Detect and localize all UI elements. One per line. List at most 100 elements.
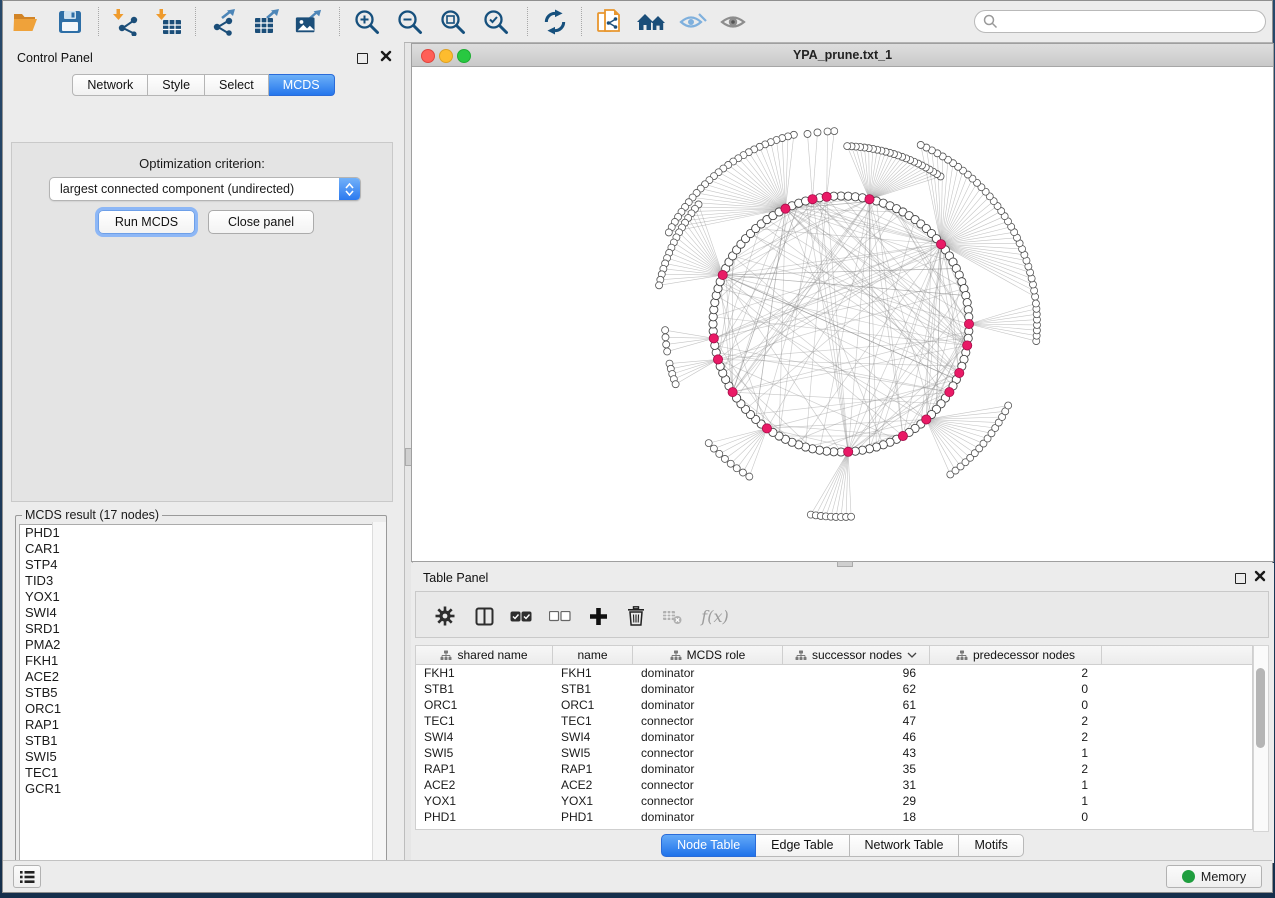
deselect-all-rows-button[interactable] — [548, 603, 572, 629]
export-network-button[interactable] — [209, 8, 237, 36]
tab-edge-table[interactable]: Edge Table — [756, 834, 849, 857]
tab-mcds[interactable]: MCDS — [269, 74, 335, 96]
criterion-dropdown[interactable]: largest connected component (undirected) — [49, 177, 361, 201]
search-box[interactable] — [974, 10, 1266, 33]
export-network-icon — [209, 8, 237, 36]
eye-slash-icon — [679, 10, 707, 34]
close-table-panel-icon[interactable] — [1254, 569, 1266, 587]
table-row[interactable]: FKH1FKH1dominator962 — [416, 665, 1252, 681]
mcds-node-item[interactable]: CAR1 — [20, 541, 382, 557]
search-input[interactable] — [998, 14, 1265, 30]
tab-select[interactable]: Select — [205, 74, 269, 96]
column-header-successor-nodes[interactable]: successor nodes — [783, 646, 930, 664]
close-panel-button[interactable]: Close panel — [208, 210, 314, 234]
tab-network[interactable]: Network — [72, 74, 148, 96]
zoom-fit-button[interactable] — [439, 8, 467, 36]
mcds-node-item[interactable]: STP4 — [20, 557, 382, 573]
mcds-node-item[interactable]: PHD1 — [20, 525, 382, 541]
refresh-view-button[interactable] — [541, 8, 569, 36]
mcds-node-item[interactable]: GCR1 — [20, 781, 382, 797]
table-row[interactable]: RAP1RAP1dominator352 — [416, 761, 1252, 777]
minimize-window-icon[interactable] — [439, 49, 453, 63]
first-neighbors-button[interactable] — [635, 8, 669, 36]
tab-motifs[interactable]: Motifs — [959, 834, 1023, 857]
application-window: Control Panel NetworkStyleSelectMCDS Opt… — [2, 0, 1273, 893]
mcds-node-item[interactable]: TID3 — [20, 573, 382, 589]
network-window-title: YPA_prune.txt_1 — [793, 48, 892, 62]
horizontal-splitter-grip[interactable] — [837, 561, 853, 567]
column-header-MCDS-role[interactable]: MCDS role — [633, 646, 783, 664]
open-file-button[interactable] — [11, 8, 39, 36]
mcds-node-item[interactable]: SWI5 — [20, 749, 382, 765]
table-row[interactable]: PHD1PHD1dominator180 — [416, 809, 1252, 825]
split-panel-button[interactable] — [471, 603, 497, 629]
import-network-button[interactable] — [112, 8, 140, 36]
mcds-node-item[interactable]: SWI4 — [20, 605, 382, 621]
mcds-node-item[interactable]: TEC1 — [20, 765, 382, 781]
mcds-node-item[interactable]: YOX1 — [20, 589, 382, 605]
float-table-panel-icon[interactable] — [1235, 571, 1246, 589]
table-row[interactable]: SWI4SWI4dominator462 — [416, 729, 1252, 745]
export-image-icon — [294, 8, 322, 36]
mcds-node-item[interactable]: ORC1 — [20, 701, 382, 717]
mcds-node-item[interactable]: FKH1 — [20, 653, 382, 669]
table-body[interactable]: FKH1FKH1dominator962STB1STB1dominator620… — [415, 665, 1253, 830]
table-row[interactable]: TEC1TEC1connector472 — [416, 713, 1252, 729]
task-history-button[interactable] — [13, 865, 41, 888]
save-session-button[interactable] — [56, 8, 84, 36]
export-table-button[interactable] — [252, 8, 280, 36]
function-builder-button[interactable]: f(x) — [697, 603, 733, 629]
mcds-node-item[interactable]: STB1 — [20, 733, 382, 749]
mcds-node-item[interactable]: RAP1 — [20, 717, 382, 733]
select-all-rows-button[interactable] — [509, 603, 533, 629]
zoom-selected-button[interactable] — [482, 8, 510, 36]
mcds-node-item[interactable]: STB5 — [20, 685, 382, 701]
add-column-button[interactable] — [585, 603, 611, 629]
column-settings-button[interactable] — [432, 603, 458, 629]
run-mcds-button[interactable]: Run MCDS — [98, 210, 195, 234]
search-icon — [983, 14, 998, 29]
zoom-in-button[interactable] — [353, 8, 381, 36]
network-canvas-svg[interactable] — [412, 66, 1273, 561]
maximize-window-icon[interactable] — [457, 49, 471, 63]
table-row[interactable]: SWI5SWI5connector431 — [416, 745, 1252, 761]
close-panel-icon[interactable] — [380, 49, 392, 67]
mcds-list-scrollbar[interactable] — [372, 522, 386, 866]
delete-table-button[interactable] — [659, 603, 685, 629]
table-scrollbar-thumb[interactable] — [1256, 668, 1265, 748]
hide-selected-button[interactable] — [679, 8, 707, 36]
control-tabs: NetworkStyleSelectMCDS — [3, 74, 404, 96]
fx-icon: f(x) — [701, 607, 728, 626]
clone-network-icon — [596, 8, 622, 36]
mcds-result-list[interactable]: PHD1CAR1STP4TID3YOX1SWI4SRD1PMA2FKH1ACE2… — [19, 524, 383, 863]
export-image-button[interactable] — [294, 8, 322, 36]
memory-label: Memory — [1201, 870, 1246, 884]
column-header-shared-name[interactable]: shared name — [416, 646, 553, 664]
float-panel-icon[interactable] — [357, 51, 368, 69]
import-table-button[interactable] — [155, 8, 183, 36]
unchecked-boxes-icon — [549, 611, 571, 622]
tab-style[interactable]: Style — [148, 74, 205, 96]
column-header-name[interactable]: name — [553, 646, 633, 664]
table-scrollbar[interactable] — [1253, 645, 1269, 832]
delete-column-button[interactable] — [623, 603, 649, 629]
mcds-node-item[interactable]: ACE2 — [20, 669, 382, 685]
show-all-button[interactable] — [719, 8, 747, 36]
zoom-out-button[interactable] — [396, 8, 424, 36]
memory-button[interactable]: Memory — [1166, 865, 1262, 888]
clone-network-button[interactable] — [595, 8, 623, 36]
tab-node-table[interactable]: Node Table — [661, 834, 756, 857]
table-row[interactable]: ORC1ORC1dominator610 — [416, 697, 1252, 713]
mcds-node-item[interactable]: PMA2 — [20, 637, 382, 653]
table-row[interactable]: ACE2ACE2connector311 — [416, 777, 1252, 793]
table-row[interactable]: STB1STB1dominator620 — [416, 681, 1252, 697]
mcds-panel: Optimization criterion: largest connecte… — [11, 142, 393, 502]
mcds-node-item[interactable]: SRD1 — [20, 621, 382, 637]
table-tabs: Node TableEdge TableNetwork TableMotifs — [411, 834, 1274, 857]
tab-network-table[interactable]: Network Table — [850, 834, 960, 857]
split-columns-icon — [475, 607, 494, 626]
network-window-titlebar[interactable]: YPA_prune.txt_1 — [412, 44, 1273, 67]
column-header-predecessor-nodes[interactable]: predecessor nodes — [930, 646, 1102, 664]
table-row[interactable]: YOX1YOX1connector291 — [416, 793, 1252, 809]
close-window-icon[interactable] — [421, 49, 435, 63]
